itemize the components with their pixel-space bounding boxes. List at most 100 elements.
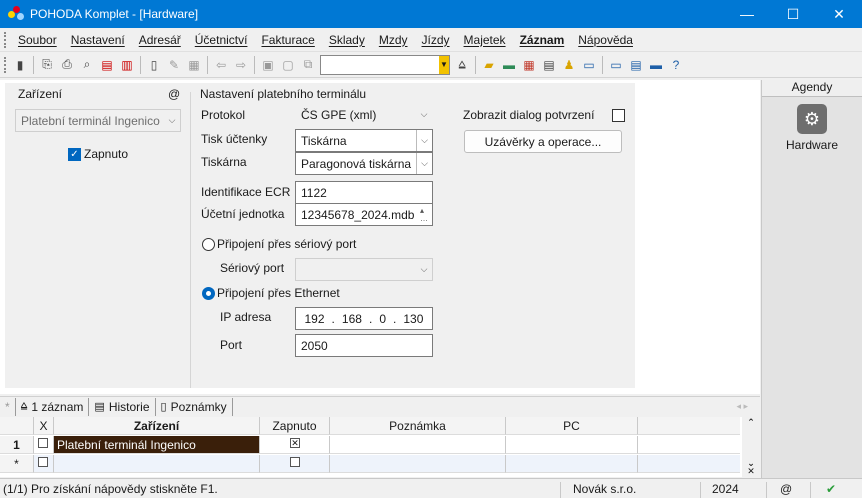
row-device[interactable]: Platební terminál Ingenico <box>54 436 260 454</box>
ip-octet-1[interactable]: 192 <box>305 312 325 326</box>
menu-soubor[interactable]: Soubor <box>11 33 64 47</box>
status-at[interactable]: @ <box>780 482 792 496</box>
print-icon[interactable]: ⎙ <box>58 56 76 74</box>
menu-fakturace[interactable]: Fakturace <box>254 33 321 47</box>
row-enabled-checkbox[interactable]: ✕ <box>290 438 300 448</box>
row-x-cell[interactable] <box>34 455 54 473</box>
row-enabled-checkbox[interactable] <box>290 457 300 467</box>
printer-select[interactable]: Paragonová tiskárna ⌵ <box>295 152 433 175</box>
gear-icon[interactable]: ⚙ <box>797 104 827 134</box>
row-x-cell[interactable] <box>34 436 54 454</box>
money-icon[interactable]: ▬ <box>500 56 518 74</box>
search-combo[interactable]: ▼ <box>320 54 450 75</box>
row-enabled-cell[interactable]: ✕ <box>260 436 330 454</box>
ip-octet-3[interactable]: 0 <box>379 312 386 326</box>
ip-octet-2[interactable]: 168 <box>342 312 362 326</box>
row-pc[interactable] <box>506 455 638 473</box>
menu-sklady[interactable]: Sklady <box>322 33 372 47</box>
filter-icon[interactable]: ⩠ <box>453 56 471 74</box>
protocol-select[interactable]: ČS GPE (xml) ⌵ <box>295 103 433 126</box>
menu-jizdy[interactable]: Jízdy <box>415 33 457 47</box>
back-icon[interactable]: ⇦ <box>212 56 230 74</box>
settings-icon[interactable]: ▤ <box>540 56 558 74</box>
maximize-button[interactable]: ☐ <box>770 0 816 28</box>
row-pc[interactable] <box>506 436 638 454</box>
column-header-note[interactable]: Poznámka <box>330 417 506 435</box>
scroll-bottom-icon[interactable]: ⌄ ✕ <box>742 459 760 476</box>
table-scrollbar[interactable]: ⌃ ⌄ ✕ <box>742 417 760 477</box>
minimize-button[interactable]: — <box>724 0 770 28</box>
print-preview-icon[interactable]: ⌕ <box>78 56 96 74</box>
new-record-icon[interactable]: ▯ <box>145 56 163 74</box>
column-header-x[interactable]: X <box>34 417 54 435</box>
enabled-checkbox[interactable]: ✓ <box>68 148 81 161</box>
menu-napoveda[interactable]: Nápověda <box>571 33 640 47</box>
tab-scroll-arrows[interactable]: ◂ ▸ <box>736 401 748 412</box>
device-select[interactable]: Platební terminál Ingenico ⌵ <box>15 109 181 132</box>
pdf-send-icon[interactable]: ▥ <box>118 56 136 74</box>
row-x-checkbox[interactable] <box>38 457 48 467</box>
record-icon[interactable]: ▮ <box>11 56 29 74</box>
menu-ucetnictvi[interactable]: Účetnictví <box>188 33 255 47</box>
close-button[interactable]: ✕ <box>816 0 862 28</box>
menu-adresar[interactable]: Adresář <box>132 33 188 47</box>
row-device[interactable] <box>54 455 260 473</box>
closings-button[interactable]: Uzávěrky a operace... <box>464 130 622 153</box>
card-icon[interactable]: ▤ <box>627 56 645 74</box>
printer-value: Paragonová tiskárna <box>301 157 412 171</box>
table-dropdown-icon[interactable]: ▦ <box>185 56 203 74</box>
table-row[interactable]: 1 Platební terminál Ingenico ✕ <box>0 436 740 454</box>
edit-dropdown-icon[interactable]: ✎ <box>165 56 183 74</box>
chevron-down-icon[interactable]: ▼ <box>439 55 449 74</box>
user-icon[interactable]: ♟ <box>560 56 578 74</box>
row-enabled-cell[interactable] <box>260 455 330 473</box>
folder-dropdown-icon[interactable]: ▰ <box>480 56 498 74</box>
ip-octet-4[interactable]: 130 <box>403 312 423 326</box>
menu-majetek[interactable]: Majetek <box>457 33 513 47</box>
ip-address-field[interactable]: 192 . 168 . 0 . 130 <box>295 307 433 330</box>
window-icon[interactable]: ▭ <box>607 56 625 74</box>
serial-port-select[interactable]: ⌵ <box>295 258 433 281</box>
status-company[interactable]: Novák s.r.o. <box>573 482 636 496</box>
spinner-icon[interactable]: ▴… <box>416 204 432 225</box>
forward-dropdown-icon[interactable]: ⇨ <box>232 56 250 74</box>
port-field[interactable]: 2050 <box>295 334 433 357</box>
status-year[interactable]: 2024 <box>712 482 739 496</box>
list-icon[interactable]: ▬ <box>647 56 665 74</box>
pdf-icon[interactable]: ▤ <box>98 56 116 74</box>
tab-notes[interactable]: ▯ Poznámky <box>156 397 233 416</box>
row-note[interactable] <box>330 436 506 454</box>
row-note[interactable] <box>330 455 506 473</box>
table-row-new[interactable]: * <box>0 455 740 473</box>
at-icon[interactable]: @ <box>165 87 184 101</box>
serial-port-radio[interactable] <box>202 238 215 251</box>
help-dropdown-icon[interactable]: ? <box>667 56 685 74</box>
tab-history[interactable]: ▤ Historie <box>89 397 156 416</box>
save-icon[interactable]: ▣ <box>259 56 277 74</box>
iban-icon[interactable]: ▭ <box>580 56 598 74</box>
column-header-device[interactable]: Zařízení <box>54 417 260 435</box>
column-header-enabled[interactable]: Zapnuto <box>260 417 330 435</box>
delete-icon[interactable]: ▢ <box>279 56 297 74</box>
tab-records[interactable]: ⩠ 1 záznam <box>16 397 90 416</box>
confirm-dialog-checkbox[interactable] <box>612 109 625 122</box>
receipt-print-select[interactable]: Tiskárna ⌵ <box>295 129 433 152</box>
menu-mzdy[interactable]: Mzdy <box>372 33 415 47</box>
agenda-item-hardware[interactable]: Hardware <box>762 138 862 152</box>
column-header-pc[interactable]: PC <box>506 417 638 435</box>
protocol-value: ČS GPE (xml) <box>301 108 377 122</box>
ethernet-radio[interactable] <box>202 287 215 300</box>
copy-icon[interactable]: ⎘ <box>38 56 56 74</box>
menu-nastaveni[interactable]: Nastavení <box>64 33 132 47</box>
scroll-top-icon[interactable]: ⌃ <box>742 417 760 428</box>
title-bar: POHODA Komplet - [Hardware] — ☐ ✕ <box>0 0 862 28</box>
duplicate-icon[interactable]: ⧉ <box>299 56 317 74</box>
tab-strip: * ⩠ 1 záznam ▤ Historie ▯ Poznámky ◂ ▸ <box>0 396 760 416</box>
ecr-id-field[interactable]: 1122 <box>295 181 433 204</box>
tab-new[interactable]: * <box>0 397 16 416</box>
calc-icon[interactable]: ▦ <box>520 56 538 74</box>
menu-zaznam[interactable]: Záznam <box>513 33 572 47</box>
row-x-checkbox[interactable] <box>38 438 48 448</box>
check-icon[interactable]: ✔ <box>826 482 836 496</box>
accounting-unit-field[interactable]: 12345678_2024.mdb ▴… <box>295 203 433 226</box>
